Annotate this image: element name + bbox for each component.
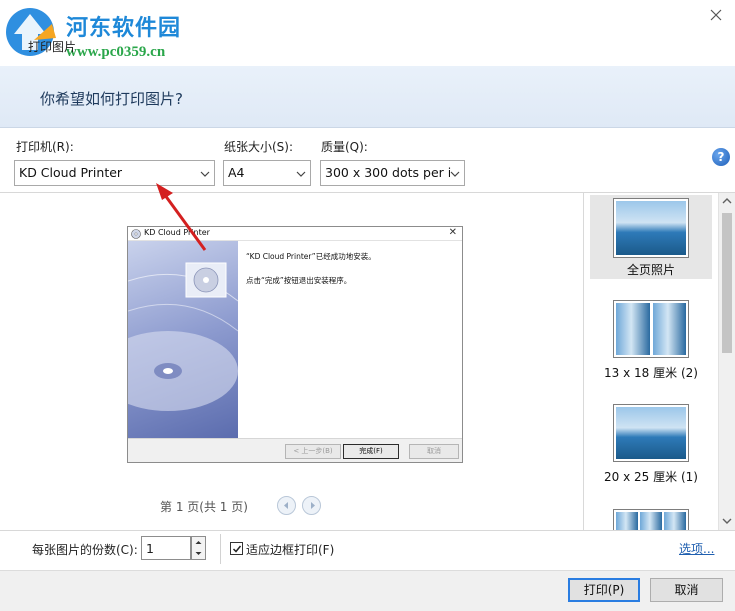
preview-dialog-title: KD Cloud Printer — [144, 228, 210, 237]
chevron-right-icon — [311, 502, 315, 509]
previous-page-button[interactable] — [277, 496, 296, 515]
layout-item-full-page[interactable]: 全页照片 — [590, 195, 712, 279]
layout-label: 13 x 18 厘米 (2) — [604, 366, 698, 380]
cancel-button[interactable]: 取消 — [650, 578, 723, 602]
chevron-left-icon — [284, 502, 288, 509]
chevron-down-icon — [450, 170, 460, 178]
preview-finish-button: 完成(F) — [343, 444, 399, 459]
next-page-button[interactable] — [302, 496, 321, 515]
stepper-down-icon[interactable] — [192, 548, 205, 559]
window-title: 打印图片 — [28, 40, 77, 54]
chevron-up-icon[interactable] — [722, 197, 732, 205]
layout-list: 全页照片 13 x 18 厘米 (2) 20 x 25 厘米 (1) — [583, 193, 718, 530]
print-preview: KD Cloud Printer ✕ “KD Cloud Printer”已经成… — [0, 193, 583, 530]
chevron-down-icon — [296, 171, 306, 177]
layout-thumbnail — [613, 300, 689, 358]
layout-item-partial[interactable] — [590, 509, 712, 530]
preview-dialog-instruction: 点击“完成”按钮退出安装程序。 — [246, 276, 352, 285]
print-button[interactable]: 打印(P) — [568, 578, 640, 602]
watermark-url: www.pc0359.cn — [66, 44, 166, 60]
preview-dialog-message: “KD Cloud Printer”已经成功地安装。 — [246, 252, 376, 261]
close-icon: ✕ — [448, 227, 457, 238]
printer-label: 打印机(R): — [16, 140, 74, 154]
printer-value: KD Cloud Printer — [19, 165, 123, 180]
paper-size-value: A4 — [228, 165, 245, 180]
watermark-site-name: 河东软件园 — [66, 15, 182, 41]
disc-icon — [131, 229, 141, 239]
title-bar: 河东软件园 www.pc0359.cn 打印图片 — [0, 0, 735, 66]
divider — [220, 534, 221, 564]
preview-dialog-titlebar: KD Cloud Printer ✕ — [128, 227, 462, 241]
preview-image: KD Cloud Printer ✕ “KD Cloud Printer”已经成… — [127, 226, 463, 463]
chevron-down-icon[interactable] — [722, 517, 732, 525]
checkmark-icon — [232, 545, 242, 553]
page-indicator: 第 1 页(共 1 页) — [160, 500, 248, 514]
preview-dialog-footer: < 上一步(B) 完成(F) 取消 — [128, 438, 462, 462]
layout-item-13x18[interactable]: 13 x 18 厘米 (2) — [590, 300, 712, 384]
layout-label: 20 x 25 厘米 (1) — [604, 470, 698, 484]
quality-label: 质量(Q): — [321, 140, 368, 154]
chevron-down-icon — [200, 171, 210, 177]
quality-value: 300 x 300 dots per in — [325, 165, 460, 180]
header-band: 你希望如何打印图片? — [0, 66, 735, 128]
page-title: 你希望如何打印图片? — [40, 90, 183, 108]
preview-cancel-button: 取消 — [409, 444, 459, 459]
quality-select[interactable]: 300 x 300 dots per in — [320, 160, 465, 186]
printer-select[interactable]: KD Cloud Printer — [14, 160, 215, 186]
cd-disc-graphic — [128, 262, 238, 411]
layout-thumbnail — [613, 509, 689, 530]
installer-banner-image — [128, 241, 238, 438]
stepper-up-icon[interactable] — [192, 537, 205, 548]
options-link[interactable]: 选项... — [679, 540, 714, 557]
copies-input[interactable]: 1 — [141, 536, 191, 560]
layout-item-20x25[interactable]: 20 x 25 厘米 (1) — [590, 404, 712, 488]
layout-thumbnail — [613, 198, 689, 258]
fit-frame-label[interactable]: 适应边框打印(F) — [246, 541, 334, 558]
fit-frame-checkbox[interactable] — [230, 542, 243, 555]
scrollbar-thumb[interactable] — [722, 213, 732, 353]
help-icon[interactable]: ? — [712, 148, 730, 166]
layout-thumbnail — [613, 404, 689, 462]
copies-value: 1 — [146, 541, 154, 556]
paper-size-label: 纸张大小(S): — [224, 140, 294, 154]
layout-label: 全页照片 — [626, 263, 675, 277]
layout-scrollbar[interactable] — [718, 193, 735, 530]
close-icon[interactable] — [707, 6, 725, 24]
copies-label: 每张图片的份数(C): — [32, 543, 138, 557]
paper-size-select[interactable]: A4 — [223, 160, 311, 186]
copies-stepper[interactable] — [191, 536, 206, 560]
preview-back-button: < 上一步(B) — [285, 444, 341, 459]
divider — [0, 530, 735, 531]
